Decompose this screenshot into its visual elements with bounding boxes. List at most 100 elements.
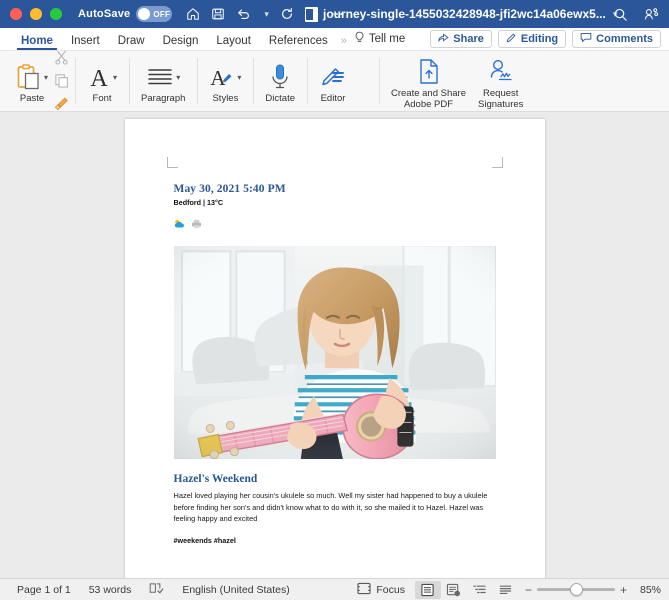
editing-mode-button[interactable]: Editing: [497, 30, 567, 48]
entry-title: Hazel's Weekend: [173, 473, 258, 485]
tab-references[interactable]: References: [260, 35, 337, 50]
view-draft-button[interactable]: [493, 581, 519, 599]
request-signatures-label-line2: Signatures: [478, 98, 524, 110]
language-indicator[interactable]: English (United States): [173, 584, 298, 596]
styles-icon: A ▾: [209, 62, 242, 92]
view-outline-button[interactable]: [467, 581, 493, 599]
tell-me-button[interactable]: Tell me: [350, 31, 411, 50]
proofing-check-icon: [149, 582, 164, 598]
titlebar-right-actions: [613, 7, 659, 22]
create-share-pdf-label-line2: Adobe PDF: [403, 98, 454, 110]
styles-button[interactable]: A ▾ Styles: [203, 58, 247, 104]
page-count[interactable]: Page 1 of 1: [8, 584, 80, 596]
printer-icon: [191, 216, 202, 234]
editor-button[interactable]: Editor: [313, 58, 353, 104]
save-icon[interactable]: [211, 7, 225, 21]
proofing-status[interactable]: [140, 582, 173, 598]
undo-dropdown-chevron-icon[interactable]: ▾: [264, 9, 269, 20]
ribbon-tab-bar: Home Insert Draw Design Layout Reference…: [0, 28, 669, 51]
font-options-chevron-icon[interactable]: ▾: [113, 73, 117, 82]
zoom-slider[interactable]: − +: [525, 583, 627, 597]
tell-me-label: Tell me: [368, 33, 406, 45]
autosave-label: AutoSave: [78, 8, 131, 20]
styles-label: Styles: [212, 93, 239, 104]
tab-layout[interactable]: Layout: [207, 35, 260, 50]
document-title-area[interactable]: journey-single-1455032428948-jfi2wc14a06…: [305, 6, 617, 22]
cut-icon[interactable]: [54, 50, 69, 70]
document-canvas[interactable]: May 30, 2021 5:40 PM Bedford | 13°C Haze…: [0, 112, 669, 578]
pdf-upload-icon: [417, 57, 441, 87]
autosave-toggle-knob: [138, 8, 151, 20]
girl-playing-pink-ukulele-photo: [173, 246, 496, 459]
dictate-label: Dictate: [265, 93, 295, 104]
signature-icon: [488, 57, 514, 87]
minimize-window-button[interactable]: [30, 8, 42, 20]
paragraph-options-chevron-icon[interactable]: ▾: [176, 73, 180, 82]
window-controls: [10, 8, 62, 20]
ribbon-group-editor: Editor: [307, 51, 359, 111]
undo-icon[interactable]: [236, 7, 251, 21]
focus-icon: [357, 582, 371, 598]
comments-button[interactable]: Comments: [572, 30, 661, 48]
status-bar: Page 1 of 1 53 words English (United Sta…: [0, 578, 669, 600]
svg-text:A: A: [211, 66, 227, 90]
paste-icon: ▾: [16, 62, 48, 92]
request-signatures-label-line1: Request: [483, 87, 519, 99]
font-label: Font: [92, 93, 112, 104]
document-page[interactable]: May 30, 2021 5:40 PM Bedford | 13°C Haze…: [124, 119, 545, 578]
autosave-state-label: OFF: [153, 9, 171, 19]
document-title: journey-single-1455032428948-jfi2wc14a06…: [323, 7, 606, 21]
editor-label: Editor: [320, 93, 346, 104]
focus-mode-button[interactable]: Focus: [348, 582, 415, 598]
create-share-adobe-pdf-button[interactable]: Create and Share Adobe PDF: [385, 53, 472, 110]
document-content: May 30, 2021 5:40 PM Bedford | 13°C Haze…: [173, 183, 496, 545]
tab-design[interactable]: Design: [154, 35, 208, 50]
ribbon-toolbar: ▾ Paste A ▾ Font ▾ Paragraph A ▾ Styles …: [0, 50, 669, 112]
paste-button[interactable]: ▾ Paste: [10, 58, 54, 104]
zoom-out-button[interactable]: −: [525, 583, 532, 597]
home-icon[interactable]: [186, 7, 200, 21]
word-count[interactable]: 53 words: [80, 584, 141, 596]
copy-icon[interactable]: [54, 73, 69, 93]
tab-overflow-chevron-icon[interactable]: »: [337, 35, 350, 50]
redo-icon[interactable]: [280, 7, 294, 21]
zoom-in-button[interactable]: +: [620, 583, 627, 597]
autosave-toggle[interactable]: OFF: [136, 6, 173, 22]
entry-photo: [173, 246, 496, 459]
clipboard-mini-commands: [54, 47, 69, 116]
font-icon: A ▾: [87, 62, 117, 92]
tab-draw[interactable]: Draw: [109, 35, 154, 50]
share-icon: [438, 32, 449, 46]
entry-meta-icons: [174, 216, 496, 234]
crop-mark-top-right-icon: [491, 157, 503, 168]
search-icon[interactable]: [613, 7, 628, 22]
comment-bubble-icon: [580, 32, 592, 46]
maximize-window-button[interactable]: [50, 8, 62, 20]
share-user-icon[interactable]: [644, 7, 659, 22]
styles-options-chevron-icon[interactable]: ▾: [237, 73, 241, 82]
lightbulb-icon: [354, 31, 365, 47]
paragraph-button[interactable]: ▾ Paragraph: [135, 58, 191, 104]
microphone-icon: [269, 62, 291, 92]
share-button[interactable]: Share: [430, 30, 492, 48]
zoom-level-label[interactable]: 85%: [633, 584, 661, 596]
weather-cloud-icon: [174, 216, 185, 234]
ribbon-group-clipboard: ▾ Paste: [4, 50, 75, 111]
paste-options-chevron-icon[interactable]: ▾: [44, 73, 48, 82]
view-web-layout-button[interactable]: [441, 581, 467, 599]
entry-date: May 30, 2021 5:40 PM: [173, 183, 286, 195]
word-document-icon: [305, 6, 318, 22]
create-share-pdf-label-line1: Create and Share: [391, 87, 466, 99]
editor-pen-icon: [320, 62, 347, 92]
ribbon-group-adobe: Create and Share Adobe PDF Request Signa…: [379, 51, 535, 111]
view-print-layout-button[interactable]: [414, 580, 441, 599]
entry-body-text: Hazel loved playing her cousin's ukulele…: [173, 491, 488, 523]
dictate-button[interactable]: Dictate: [259, 58, 301, 104]
request-signatures-button[interactable]: Request Signatures: [472, 53, 529, 110]
zoom-slider-handle[interactable]: [569, 583, 583, 596]
close-window-button[interactable]: [10, 8, 22, 20]
title-bar: AutoSave OFF ▾ journey-single-1455032428…: [0, 0, 669, 28]
font-button[interactable]: A ▾ Font: [81, 58, 123, 104]
ribbon-right-actions: Share Editing Comments: [430, 30, 661, 48]
zoom-slider-track[interactable]: [536, 583, 615, 596]
